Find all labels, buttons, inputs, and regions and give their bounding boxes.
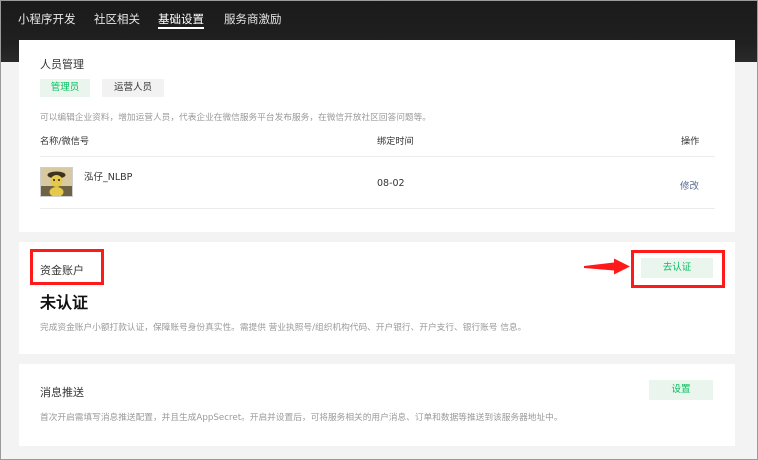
table-bottom-divider (40, 208, 715, 209)
column-header-action: 操作 (681, 136, 700, 147)
tab-admin[interactable]: 管理员 (40, 79, 90, 97)
nav-item-provider-incentive[interactable]: 服务商激励 (224, 11, 282, 27)
settings-button[interactable]: 设置 (649, 380, 713, 400)
message-push-description: 首次开启需填写消息推送配置，并且生成AppSecret。开启并设置后，可将服务相… (40, 413, 563, 423)
fund-account-description: 完成资金账户小额打款认证，保障账号身份真实性。需提供 营业执照号/组织机构代码、… (40, 323, 527, 333)
tab-operators[interactable]: 运营人员 (102, 79, 164, 97)
column-header-name: 名称/微信号 (40, 136, 90, 147)
message-push-title: 消息推送 (40, 386, 84, 399)
edit-link[interactable]: 修改 (680, 178, 699, 192)
active-tab-indicator (158, 27, 204, 29)
message-push-card: 消息推送 首次开启需填写消息推送配置，并且生成AppSecret。开启并设置后，… (19, 364, 735, 446)
avatar (40, 167, 73, 197)
personnel-section-title: 人员管理 (40, 58, 84, 71)
verification-status: 未认证 (40, 293, 89, 312)
member-bind-time: 08-02 (377, 178, 405, 189)
nav-item-miniprogram-dev[interactable]: 小程序开发 (18, 11, 76, 27)
fund-account-title: 资金账户 (40, 264, 84, 277)
nav-item-community[interactable]: 社区相关 (94, 11, 140, 27)
nav-item-basic-settings[interactable]: 基础设置 (158, 11, 204, 27)
personnel-description: 可以编辑企业资料，增加运营人员，代表企业在微信服务平台发布服务，在微信开放社区回… (40, 113, 431, 123)
column-header-bind-time: 绑定时间 (377, 136, 414, 147)
personnel-management-card: 人员管理 管理员 运营人员 可以编辑企业资料，增加运营人员，代表企业在微信服务平… (19, 40, 735, 232)
table-divider (40, 156, 715, 157)
member-name: 泓仔_NLBP (84, 172, 133, 183)
annotation-arrow-icon (584, 258, 630, 275)
verify-button[interactable]: 去认证 (641, 258, 713, 278)
